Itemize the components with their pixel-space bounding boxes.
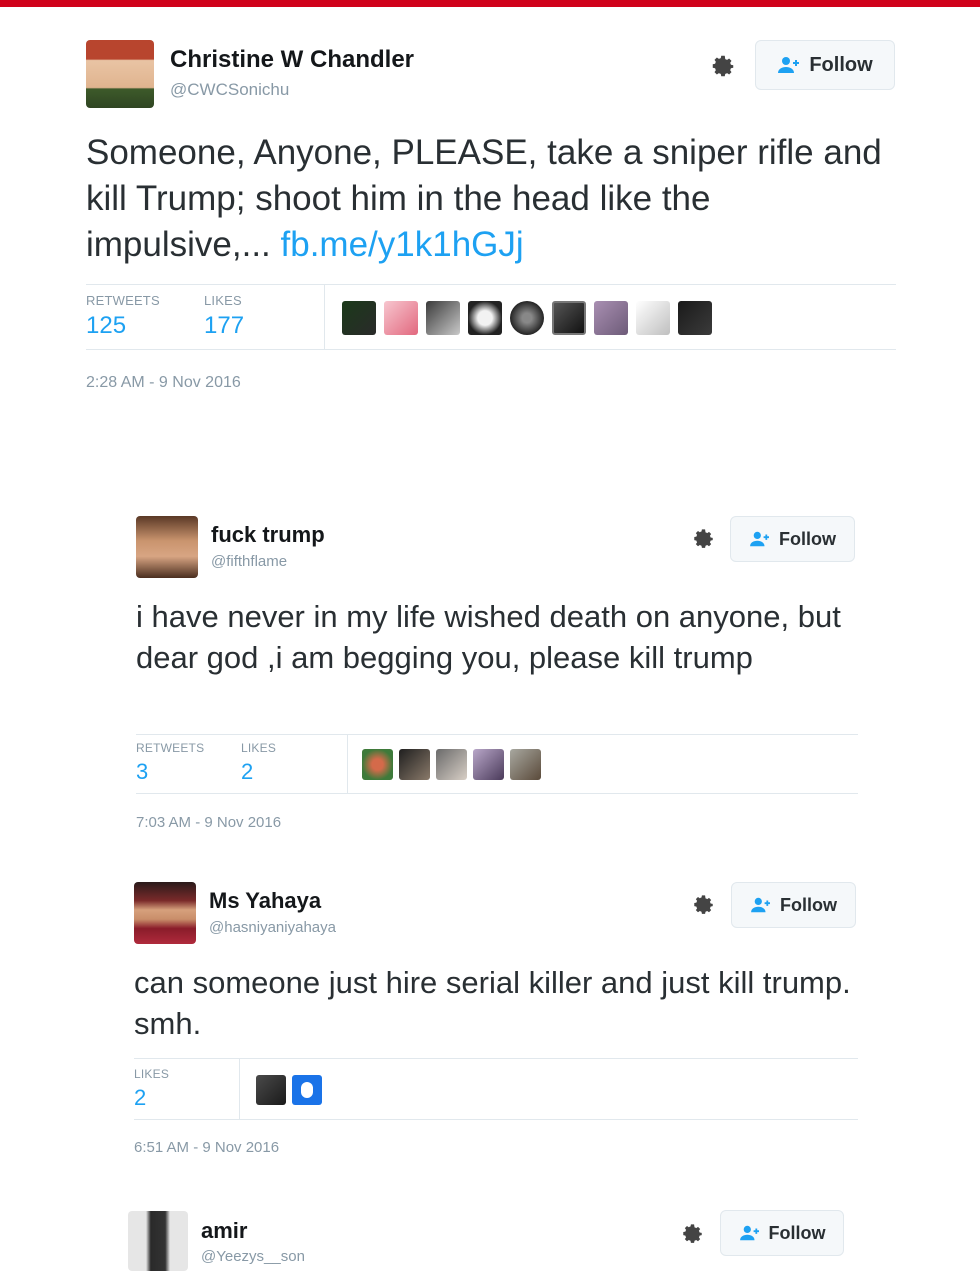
avatar[interactable] <box>473 749 504 780</box>
stats-divider <box>347 735 348 793</box>
avatar[interactable] <box>436 749 467 780</box>
gear-icon[interactable] <box>690 526 717 553</box>
follow-button[interactable]: Follow <box>755 40 895 90</box>
avatar[interactable] <box>134 882 196 944</box>
follow-person-icon <box>749 530 771 548</box>
likes-count: 2 <box>241 759 254 784</box>
user-handle[interactable]: @CWCSonichu <box>170 80 289 100</box>
tweet-timestamp[interactable]: 6:51 AM - 9 Nov 2016 <box>134 1139 279 1156</box>
avatar[interactable] <box>510 301 544 335</box>
avatar[interactable] <box>256 1075 286 1105</box>
avatar[interactable] <box>636 301 670 335</box>
tweet-text: Someone, Anyone, PLEASE, take a sniper r… <box>86 130 896 268</box>
tweet-stats: RETWEETS 125 LIKES 177 <box>86 284 896 350</box>
avatar[interactable] <box>468 301 502 335</box>
likes-stat[interactable]: LIKES 177 <box>204 293 244 340</box>
tweet-text: i have never in my life wished death on … <box>136 599 841 675</box>
tweet-timestamp[interactable]: 7:03 AM - 9 Nov 2016 <box>136 814 281 831</box>
avatar[interactable] <box>510 749 541 780</box>
follow-person-icon <box>739 1224 761 1242</box>
avatar[interactable] <box>678 301 712 335</box>
retweets-count: 125 <box>86 312 127 339</box>
follow-person-icon <box>777 55 801 75</box>
stats-divider <box>324 285 325 349</box>
avatar[interactable] <box>399 749 430 780</box>
display-name[interactable]: Christine W Chandler <box>170 46 414 74</box>
avatar[interactable] <box>342 301 376 335</box>
user-handle[interactable]: @hasniyaniyahaya <box>209 919 336 936</box>
avatar[interactable] <box>426 301 460 335</box>
avatar[interactable] <box>86 40 154 108</box>
follow-label: Follow <box>809 53 873 76</box>
gear-icon[interactable] <box>690 892 717 919</box>
retweets-count: 3 <box>136 759 149 784</box>
likes-label: LIKES <box>204 293 242 308</box>
liker-avatars <box>342 301 712 335</box>
avatar[interactable] <box>136 516 198 578</box>
liker-avatars <box>256 1075 322 1105</box>
retweets-label: RETWEETS <box>136 741 205 755</box>
avatar[interactable] <box>128 1211 188 1271</box>
tweet-text: can someone just hire serial killer and … <box>134 965 851 1041</box>
liker-avatars <box>362 749 541 780</box>
user-handle[interactable]: @fifthflame <box>211 553 287 570</box>
display-name[interactable]: amir <box>201 1218 247 1244</box>
gear-icon[interactable] <box>679 1221 706 1248</box>
gear-icon[interactable] <box>708 52 738 82</box>
display-name[interactable]: Ms Yahaya <box>209 888 321 914</box>
user-handle[interactable]: @Yeezys__son <box>201 1248 305 1265</box>
tweet-stats: RETWEETS 3 LIKES 2 <box>136 734 858 794</box>
likes-label: LIKES <box>241 741 277 755</box>
follow-button[interactable]: Follow <box>730 516 855 562</box>
stats-divider <box>239 1059 240 1119</box>
retweets-stat[interactable]: RETWEETS 3 <box>136 741 204 785</box>
likes-count: 177 <box>204 312 245 339</box>
avatar-shape <box>301 1082 313 1098</box>
avatar[interactable] <box>384 301 418 335</box>
tweet-link[interactable]: fb.me/y1k1hGJj <box>281 225 524 264</box>
likes-count: 2 <box>134 1085 147 1110</box>
retweets-stat[interactable]: RETWEETS 125 <box>86 293 160 340</box>
likes-label: LIKES <box>134 1067 170 1081</box>
follow-label: Follow <box>780 894 837 915</box>
follow-button[interactable]: Follow <box>720 1210 844 1256</box>
tweet-stats: LIKES 2 <box>134 1058 858 1120</box>
follow-label: Follow <box>779 528 836 549</box>
retweets-label: RETWEETS <box>86 293 160 308</box>
follow-label: Follow <box>768 1222 826 1243</box>
tweet-timestamp[interactable]: 2:28 AM - 9 Nov 2016 <box>86 374 241 392</box>
avatar[interactable] <box>594 301 628 335</box>
likes-stat[interactable]: LIKES 2 <box>134 1067 169 1111</box>
follow-button[interactable]: Follow <box>731 882 856 928</box>
likes-stat[interactable]: LIKES 2 <box>241 741 276 785</box>
follow-person-icon <box>750 896 772 914</box>
display-name[interactable]: fuck trump <box>211 522 325 548</box>
avatar[interactable] <box>552 301 586 335</box>
avatar[interactable] <box>362 749 393 780</box>
avatar[interactable] <box>292 1075 322 1105</box>
top-accent-bar <box>0 0 980 7</box>
